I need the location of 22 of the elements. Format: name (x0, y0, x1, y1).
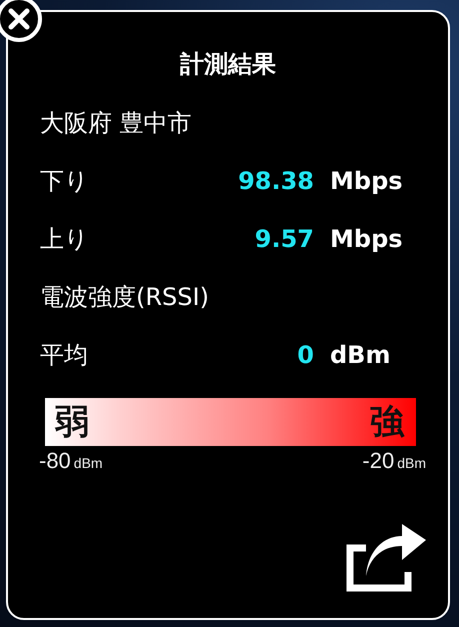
measure-value: 98.38 (238, 166, 314, 197)
measure-label: 下り (40, 166, 90, 197)
share-icon (344, 524, 428, 594)
scale-max-value: -20 (362, 448, 394, 474)
strong-label: 強 (370, 405, 404, 439)
close-button[interactable] (0, 0, 42, 42)
scale-min-value: -80 (39, 448, 71, 474)
measure-label: 上り (40, 224, 90, 255)
share-button[interactable] (344, 524, 428, 594)
weak-label: 弱 (55, 405, 89, 439)
info-label: 大阪府 豊中市 (40, 108, 192, 139)
measure-unit: Mbps (330, 166, 403, 197)
dialog-title: 計測結果 (180, 49, 276, 80)
info-label: 電波強度(RSSI) (40, 282, 209, 313)
close-icon (8, 8, 30, 30)
measure-unit: dBm (330, 340, 390, 371)
scale-max-unit: dBm (397, 455, 426, 471)
measure-unit: Mbps (330, 224, 403, 255)
measure-label: 平均 (40, 340, 89, 371)
measure-value: 0 (297, 340, 314, 371)
measure-value: 9.57 (254, 224, 314, 255)
scale-min-unit: dBm (74, 455, 103, 471)
